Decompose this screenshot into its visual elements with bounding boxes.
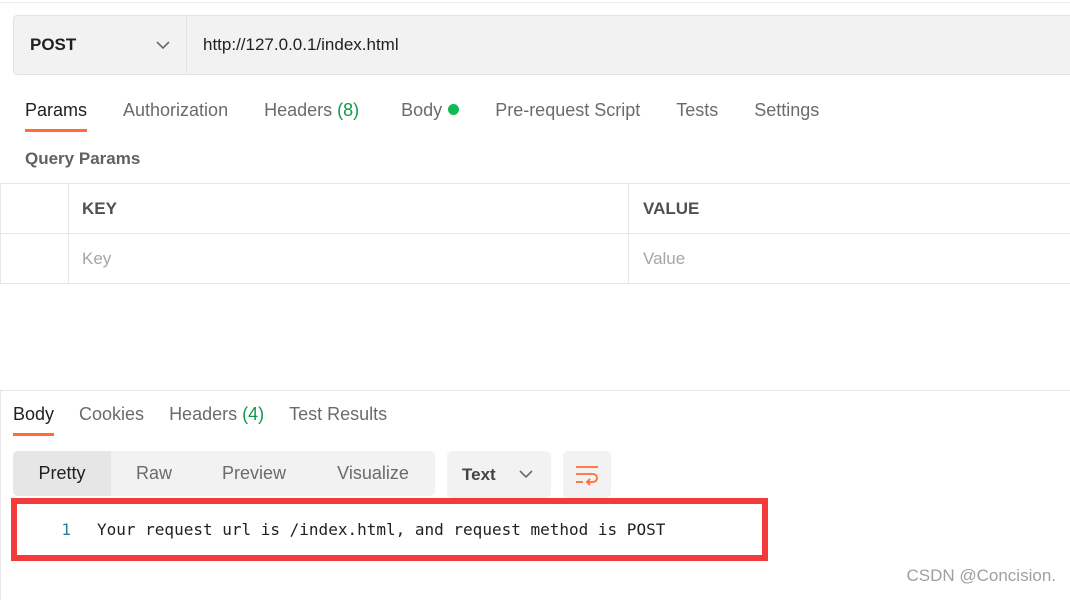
method-select[interactable]: POST bbox=[14, 16, 187, 74]
headers-count: (8) bbox=[337, 100, 360, 120]
tab-pre-request-script[interactable]: Pre-request Script bbox=[495, 100, 640, 129]
chevron-down-icon bbox=[519, 470, 533, 479]
column-value: VALUE bbox=[643, 198, 700, 218]
tab-authorization[interactable]: Authorization bbox=[123, 100, 228, 129]
watermark: CSDN @Concision. bbox=[906, 566, 1056, 585]
tab-tests[interactable]: Tests bbox=[676, 100, 718, 129]
tab-body[interactable]: Body bbox=[401, 100, 460, 129]
visualize-button[interactable]: Visualize bbox=[311, 451, 435, 496]
status-dot-icon bbox=[448, 104, 460, 115]
url-bar: POST http://127.0.0.1/index.html bbox=[13, 15, 1070, 75]
top-divider bbox=[0, 0, 1070, 3]
response-headers-count: (4) bbox=[242, 404, 265, 424]
format-select[interactable]: Text bbox=[447, 451, 551, 498]
table-header-row: KEY VALUE bbox=[1, 184, 1070, 234]
preview-button[interactable]: Preview bbox=[197, 451, 311, 496]
view-mode-group: Pretty Raw Preview Visualize bbox=[13, 451, 435, 496]
tab-cookies[interactable]: Cookies bbox=[79, 404, 144, 433]
url-input[interactable]: http://127.0.0.1/index.html bbox=[187, 35, 399, 55]
key-input[interactable]: Key bbox=[69, 234, 629, 283]
pretty-button[interactable]: Pretty bbox=[13, 451, 111, 496]
tab-response-headers[interactable]: Headers (4) bbox=[169, 404, 264, 433]
query-params-table: KEY VALUE Key Value bbox=[0, 183, 1070, 284]
request-tabs: Params Authorization Headers (8) Body Pr… bbox=[25, 100, 819, 132]
tab-params[interactable]: Params bbox=[25, 100, 88, 132]
tab-response-body[interactable]: Body bbox=[13, 404, 55, 436]
tab-test-results[interactable]: Test Results bbox=[289, 404, 387, 433]
value-input[interactable]: Value bbox=[629, 234, 1070, 283]
response-body-highlight: 1 Your request url is /index.html, and r… bbox=[11, 498, 768, 561]
response-tabs: Body Cookies Headers (4) Test Results bbox=[13, 404, 387, 436]
raw-button[interactable]: Raw bbox=[111, 451, 197, 496]
tab-settings[interactable]: Settings bbox=[754, 100, 819, 129]
line-number: 1 bbox=[61, 520, 71, 539]
table-row: Key Value bbox=[1, 234, 1070, 284]
column-key: KEY bbox=[69, 184, 629, 233]
tab-headers[interactable]: Headers (8) bbox=[264, 100, 359, 129]
wrap-lines-icon bbox=[576, 465, 598, 486]
chevron-down-icon bbox=[156, 40, 170, 49]
query-params-title: Query Params bbox=[25, 149, 141, 168]
method-label: POST bbox=[30, 35, 77, 54]
response-body-text: Your request url is /index.html, and req… bbox=[97, 520, 666, 539]
wrap-lines-button[interactable] bbox=[563, 451, 611, 498]
format-label: Text bbox=[462, 464, 496, 484]
